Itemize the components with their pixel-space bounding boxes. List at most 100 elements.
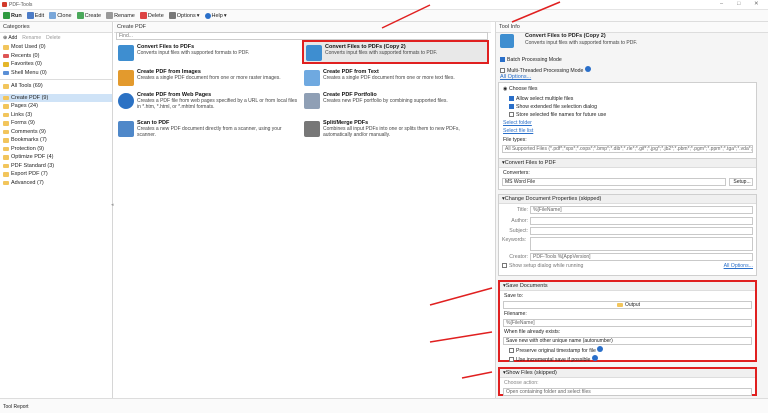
edit-button[interactable]: Edit [26,12,44,19]
checkbox-icon [509,357,514,363]
tool-card[interactable]: Scan to PDF Creates a new PDF document di… [116,118,303,140]
incremental-save-checkbox[interactable]: Use incremental save if possible [500,355,755,363]
select-list-radio[interactable]: Select file list [499,127,756,135]
file-types-label: File types: [503,137,527,143]
shell-menu-icon [3,70,9,75]
action-select[interactable]: Open containing folder and select files [503,388,752,396]
subject-field[interactable] [530,227,753,235]
category-item[interactable]: Forms (9) [0,119,112,128]
tool-card[interactable]: Create PDF from Web Pages Creates a PDF f… [116,90,303,116]
add-category-button[interactable]: ⊕ Add [3,35,17,41]
help-button[interactable]: Help ▾ [204,12,227,19]
show-files-header[interactable]: ▾ Show Files (skipped) [500,369,755,378]
text-icon [304,70,320,86]
clone-icon [49,12,57,19]
rename-category-button[interactable]: Rename [22,35,41,41]
maximize-icon[interactable]: □ [737,1,740,7]
category-item[interactable]: Protection (9) [0,145,112,154]
delete-icon [139,12,147,19]
preserve-timestamp-checkbox[interactable]: Preserve original timestamp for file [500,345,755,355]
properties-section-header[interactable]: ▾ Change Document Properties (skipped) [499,195,756,204]
show-extended-checkbox[interactable]: Show extended file selection dialog [499,103,756,111]
all-options-link[interactable]: All Options... [500,74,531,80]
folder-icon [3,129,9,134]
tools-panel: Create PDF Convert Files to PDFsConverts… [111,22,491,398]
category-item[interactable]: Export PDF (7) [0,170,112,179]
category-item-selected[interactable]: Create PDF (9) [0,93,112,102]
portfolio-icon [304,93,320,109]
checkbox-icon [500,68,505,74]
checkbox-icon [509,348,514,354]
run-button[interactable]: Run [3,12,22,19]
category-item[interactable]: Links (3) [0,111,112,120]
options-button[interactable]: Options ▾ [168,12,200,19]
title-bar: PDF-Tools – □ ✕ [0,0,768,10]
category-item[interactable]: Advanced (7) [0,179,112,188]
title-field[interactable]: %[FileName] [530,206,753,214]
folder-icon [3,172,9,177]
clone-button[interactable]: Clone [49,12,72,19]
convert-section-header[interactable]: ▾ Convert Files to PDF [499,159,756,168]
multi-thread-checkbox[interactable]: Multi-Threaded Processing Mode [500,66,591,74]
choose-files-radio[interactable]: ◉ Choose files [499,83,756,95]
tool-card[interactable]: Create PDF from Text Creates a single PDF… [302,67,489,89]
create-icon [76,12,84,19]
tool-card[interactable]: Convert Files to PDFs Converts input file… [116,42,303,64]
category-item[interactable]: PDF Standard (3) [0,162,112,171]
folder-icon [3,138,9,143]
save-section-header[interactable]: ▾ Save Documents [500,282,755,291]
save-documents-section: ▾ Save Documents Save to: Output Filenam… [498,280,757,363]
category-item[interactable]: All Tools (69) [0,82,112,91]
minimize-icon[interactable]: – [720,1,723,7]
convert-icon [306,45,322,61]
keywords-field[interactable] [530,237,753,251]
split-merge-icon [304,121,320,137]
folder-icon [3,146,9,151]
props-all-options-link[interactable]: All Options... [724,263,753,269]
converter-select[interactable]: MS Word File [502,178,726,186]
allow-multi-checkbox[interactable]: Allow select multiple files [499,95,756,103]
store-names-checkbox[interactable]: Store selected file names for future use [499,111,756,119]
category-favorites[interactable]: Favorites (0) [0,60,112,69]
tool-info-panel: Tool Info Convert Files to PDFs (Copy 2)… [495,22,768,398]
search-input[interactable] [116,32,488,40]
category-recents[interactable]: Recents (0) [0,52,112,61]
category-shell-menu[interactable]: Shell Menu (0) [0,69,112,78]
save-to-field[interactable]: Output [503,301,752,309]
category-most-used[interactable]: Most Used (0) [0,43,112,52]
tool-card[interactable]: Split/Merge PDFs Combines all input PDFs … [302,118,489,140]
tool-description: Converts input files with supported form… [525,40,638,46]
checkbox-icon [509,104,514,110]
delete-category-button[interactable]: Delete [46,35,60,41]
file-types-field[interactable]: All Supported Files (*.pdf*;*xps*;*.oxps… [502,145,753,153]
folder-icon [3,112,9,117]
tool-card[interactable]: Create PDF Portfolio Creates new PDF port… [302,90,489,112]
exists-select[interactable]: Save new with other unique name (autonum… [503,337,752,345]
tool-card[interactable]: Create PDF from Images Creates a single P… [116,67,303,89]
category-item[interactable]: Optimize PDF (4) [0,153,112,162]
delete-button[interactable]: Delete [139,12,164,19]
show-setup-checkbox[interactable]: Show setup dialog while running [502,263,583,269]
select-folder-radio[interactable]: Select folder [499,119,756,127]
create-button[interactable]: Create [76,12,101,19]
batch-mode-checkbox[interactable]: Batch Processing Mode [500,57,562,63]
subject-label: Subject: [509,228,528,234]
category-divider [0,79,112,80]
author-field[interactable] [530,217,753,225]
categories-actions: ⊕ Add Rename Delete [0,33,112,43]
filename-field[interactable]: %[FileName] [503,319,752,327]
recents-icon [3,53,9,58]
category-item[interactable]: Comments (9) [0,128,112,137]
creator-field[interactable]: PDF-Tools %[AppVersion] [530,253,753,261]
setup-button[interactable]: Setup... [729,178,753,186]
category-item[interactable]: Pages (24) [0,102,112,111]
splitter-handle[interactable]: ◂ [111,202,114,208]
tool-card-selected[interactable]: Convert Files to PDFs (Copy 2) Converts i… [302,40,489,64]
help-icon [591,355,598,361]
folder-icon [3,84,9,89]
save-to-label: Save to: [504,293,524,299]
close-icon[interactable]: ✕ [754,1,759,7]
category-item[interactable]: Bookmarks (7) [0,136,112,145]
rename-button[interactable]: Rename [106,12,135,19]
run-icon [3,12,10,19]
